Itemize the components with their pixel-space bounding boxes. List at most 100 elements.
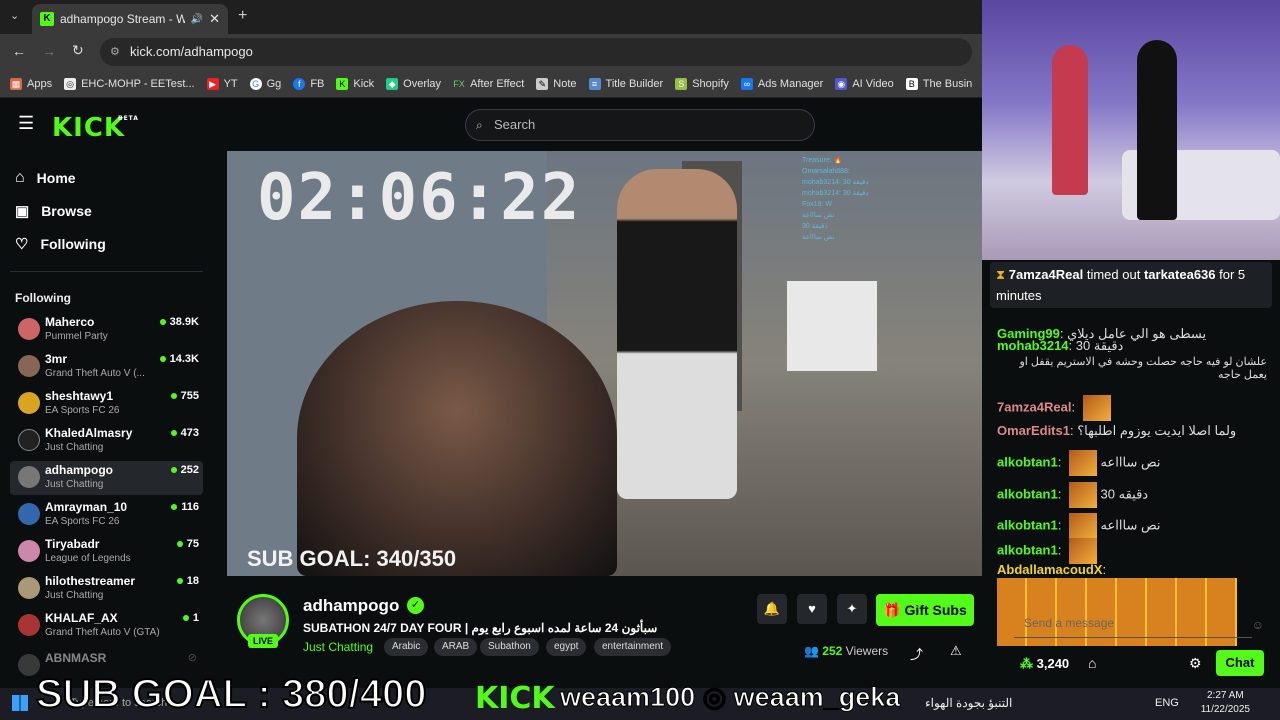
channel-item[interactable]: Tiryabadr League of Legends 75 [10, 535, 203, 569]
tab-list-chevron-icon[interactable]: ⌄ [10, 9, 19, 22]
tag[interactable]: Arabic [384, 638, 429, 656]
chat-send-button[interactable]: Chat [1216, 650, 1264, 676]
bookmark-shopify[interactable]: S Shopify [675, 77, 729, 90]
meta-icon: ∞ [740, 77, 753, 90]
channel-game: EA Sports FC 26 [45, 516, 120, 527]
ai-video-icon: ◉ [835, 77, 848, 90]
system-clock[interactable]: 2:27 AM 11/22/2025 [1201, 689, 1250, 717]
bookmarks-bar: ▦ Apps ◎ EHC-MOHP - EETest... ▶ YT G Gg f FB … [0, 70, 982, 98]
channel-item[interactable]: Amrayman_10 EA Sports FC 26 116 [10, 498, 203, 532]
sparkle-button[interactable]: ✦ [837, 594, 867, 624]
beta-label: BETA [118, 115, 139, 122]
avatar [18, 577, 40, 599]
search-input[interactable]: ⌕ Search [465, 109, 815, 141]
channel-name: 3mr [45, 352, 68, 366]
nav-browse[interactable]: ▣ Browse [15, 202, 92, 220]
bookmark-ads-manager[interactable]: ∞ Ads Manager [740, 77, 823, 90]
settings-gear-icon[interactable]: ⚙ [1189, 655, 1202, 672]
bookmark-facebook[interactable]: f FB [293, 77, 324, 90]
chat-message: alkobtan1: [997, 538, 1097, 564]
bookmark-apps[interactable]: ▦ Apps [10, 77, 52, 90]
site-header: ☰ KICK BETA ⌕ Search [0, 99, 982, 151]
bookmark-item[interactable]: ◎ EHC-MOHP - EETest... [64, 77, 195, 90]
channel-item-active[interactable]: adhampogo Just Chatting 252 [10, 461, 203, 495]
tab-title: adhampogo Stream - Watc [60, 12, 185, 26]
avatar [18, 614, 40, 636]
google-icon: G [249, 77, 262, 90]
new-tab-button[interactable]: + [238, 7, 247, 25]
video-person-standing [617, 169, 737, 499]
avatar [18, 318, 40, 340]
emoji-icon[interactable]: ☺ [1252, 618, 1264, 632]
points-icon: ⁂ [1020, 656, 1037, 671]
channel-name: KHALAF_AX [45, 611, 118, 625]
channel-points[interactable]: ⁂ 3,240 [1020, 656, 1069, 672]
speaker-icon[interactable]: 🔊 [191, 14, 203, 25]
gift-subs-button[interactable]: 🎁 Gift Subs [876, 594, 974, 626]
menu-icon[interactable]: ☰ [18, 113, 34, 134]
tag[interactable]: Subathon [480, 638, 539, 656]
stream-category[interactable]: Just Chatting [303, 640, 373, 654]
bookmark-overlay[interactable]: ◆ Overlay [386, 77, 441, 90]
channel-game: Pummel Party [45, 331, 108, 342]
language-indicator[interactable]: ENG [1155, 697, 1179, 709]
emote-image [1068, 538, 1097, 564]
bookmark-note[interactable]: ✎ Note [536, 77, 577, 90]
notification-bell-button[interactable]: 🔔 [757, 594, 787, 624]
reload-icon[interactable]: ↻ [72, 42, 84, 59]
bookmark-after-effect[interactable]: FX After Effect [453, 77, 524, 90]
nav-home[interactable]: ⌂ Home [15, 169, 76, 187]
site-info-icon[interactable]: ⚙ [110, 38, 120, 66]
channel-name: hilothestreamer [45, 574, 136, 588]
stream-title: SUBATHON 24/7 DAY FOUR | سبأثون 24 ساعة … [303, 621, 658, 635]
channel-game: Grand Theft Auto V (GTA) [45, 627, 160, 638]
report-icon[interactable]: ⚠ [950, 643, 962, 659]
bookmark-title-builder[interactable]: ≡ Title Builder [588, 77, 663, 90]
url-input[interactable]: ⚙ kick.com/adhampogo [100, 38, 972, 66]
bookmark-youtube[interactable]: ▶ YT [206, 77, 238, 90]
bookmark-the-business[interactable]: B The Busin [905, 77, 972, 90]
shopify-icon: S [675, 77, 688, 90]
windows-start-icon[interactable] [12, 695, 28, 711]
tag[interactable]: egypt [546, 638, 587, 656]
bookmark-kick[interactable]: K Kick [336, 77, 374, 90]
title-builder-icon: ≡ [588, 77, 601, 90]
channel-name: Tiryabadr [45, 537, 100, 551]
overlay-icon: ◆ [386, 77, 399, 90]
follow-heart-button[interactable]: ♥ [797, 594, 827, 624]
share-icon[interactable]: ⤴ [910, 644, 923, 663]
channel-item[interactable]: hilothestreamer Just Chatting 18 [10, 572, 203, 606]
following-header: Following [15, 291, 71, 305]
chat-message: mohab3214: دقيقة 30 [997, 338, 1124, 353]
close-tab-icon[interactable]: ✕ [209, 11, 220, 27]
channel-name: Amrayman_10 [45, 500, 128, 514]
bookmark-google[interactable]: G Gg [249, 77, 281, 90]
kick-logo[interactable]: KICK BETA [52, 113, 138, 143]
offline-icon: ⊘ [187, 652, 197, 664]
chat-input[interactable]: Send a message ☺ [1014, 616, 1264, 638]
channel-item[interactable]: 3mr Grand Theft Auto V (... 14.3K [10, 350, 203, 384]
forward-icon[interactable]: → [42, 43, 56, 59]
channel-item[interactable]: Maherco Pummel Party 38.9K [10, 313, 203, 347]
channel-name: KhaledAlmasry [45, 426, 133, 440]
bookmark-ai-video[interactable]: ◉ AI Video [835, 77, 894, 90]
channel-item[interactable]: KhaledAlmasry Just Chatting 473 [10, 424, 203, 458]
channel-item[interactable]: sheshtawy1 EA Sports FC 26 755 [10, 387, 203, 421]
kick-overlay-logo: KICK [475, 681, 555, 716]
weather-widget[interactable]: التنبؤ بجودة الهواء [925, 696, 1012, 710]
viewer-count: 75 [177, 538, 199, 550]
video-player[interactable]: 02:06:22 Treasure: 🔥 Omarsalah888: mohab… [227, 151, 982, 576]
channel-game: Just Chatting [45, 590, 104, 601]
browser-tab[interactable]: K adhampogo Stream - Watc 🔊 ✕ [32, 4, 228, 34]
viewer-count: 1 [183, 612, 199, 624]
nav-following[interactable]: ♡ Following [15, 235, 106, 253]
channel-item[interactable]: KHALAF_AX Grand Theft Auto V (GTA) 1 [10, 609, 203, 643]
channel-name: Maherco [45, 315, 95, 329]
store-icon[interactable]: ⌂ [1088, 655, 1096, 671]
emote-image [1068, 482, 1097, 508]
tag[interactable]: ARAB [434, 638, 478, 656]
tag[interactable]: entertainment [594, 638, 672, 656]
back-icon[interactable]: ← [12, 43, 26, 59]
streamer-name[interactable]: adhampogo [303, 596, 399, 616]
hourglass-icon: ⧗ [996, 267, 1006, 282]
